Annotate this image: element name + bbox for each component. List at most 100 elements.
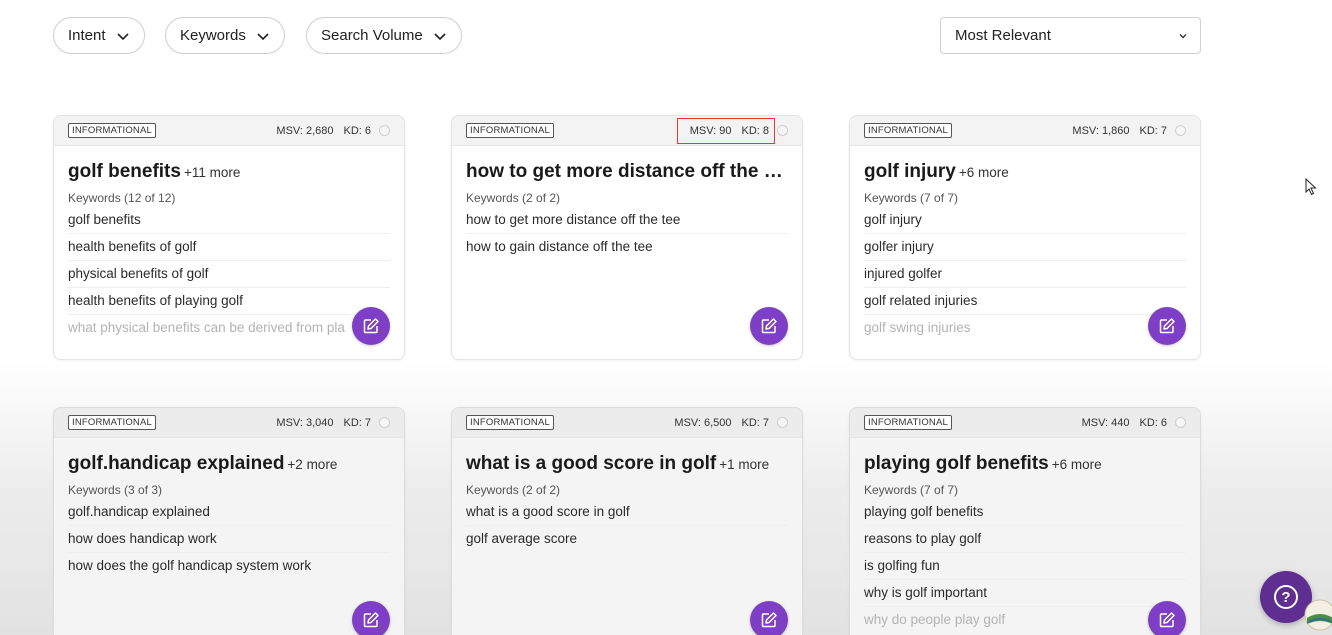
keyword-item: how to get more distance off the tee xyxy=(466,207,788,234)
select-radio[interactable] xyxy=(379,125,390,136)
card-title-text: what is a good score in golf xyxy=(466,453,717,474)
kd-value: KD: 6 xyxy=(343,124,371,137)
keyword-item: golf average score xyxy=(466,531,578,546)
keyword-item: how to gain distance off the tee xyxy=(466,239,653,254)
keyword-item: why is golf important xyxy=(864,580,1186,607)
topic-card[interactable]: INFORMATIONAL MSV: 440 KD: 6 playing gol… xyxy=(849,407,1201,635)
select-radio[interactable] xyxy=(777,125,788,136)
keywords-label: Keywords (7 of 7) xyxy=(864,483,959,497)
keyword-item: golf injury xyxy=(864,207,1186,234)
keywords-label: Keywords (2 of 2) xyxy=(466,191,561,205)
select-radio[interactable] xyxy=(1175,125,1186,136)
card-title[interactable]: golf injury +6 more xyxy=(864,160,1186,185)
keyword-item: physical benefits of golf xyxy=(68,261,390,288)
filter-intent[interactable]: Intent xyxy=(53,17,145,54)
card-title-text: golf.handicap explained xyxy=(68,453,285,474)
edit-icon xyxy=(363,318,379,334)
card-header: INFORMATIONAL MSV: 2,680 KD: 6 xyxy=(54,116,404,146)
chevron-down-icon xyxy=(116,32,129,40)
edit-button[interactable] xyxy=(750,601,788,635)
keyword-item: reasons to play golf xyxy=(864,526,1186,553)
intent-badge: INFORMATIONAL xyxy=(68,123,157,138)
kd-value: KD: 6 xyxy=(1139,416,1167,429)
select-radio[interactable] xyxy=(777,417,788,428)
filter-keywords-label: Keywords xyxy=(180,27,246,44)
corner-logo-icon xyxy=(1304,599,1332,631)
edit-button[interactable] xyxy=(750,307,788,345)
keyword-item: golf.handicap explained xyxy=(68,499,390,526)
keyword-item: health benefits of golf xyxy=(68,234,390,261)
keyword-item: golf related injuries xyxy=(864,288,1186,315)
intent-badge: INFORMATIONAL xyxy=(466,415,555,430)
card-title-text: playing golf benefits xyxy=(864,453,1049,474)
msv-value: MSV: 2,680 xyxy=(276,124,334,137)
edit-icon xyxy=(761,318,777,334)
card-metrics: MSV: 3,040 KD: 7 xyxy=(276,417,390,429)
edit-icon xyxy=(1159,612,1175,628)
card-title[interactable]: golf benefits +11 more xyxy=(68,160,390,185)
keywords-label: Keywords (12 of 12) xyxy=(68,191,176,205)
topic-card[interactable]: INFORMATIONAL MSV: 1,860 KD: 7 golf inju… xyxy=(849,115,1201,360)
filter-search-volume[interactable]: Search Volume xyxy=(306,17,462,54)
edit-button[interactable] xyxy=(1148,307,1186,345)
keywords-label: Keywords (7 of 7) xyxy=(864,191,959,205)
edit-icon xyxy=(1159,318,1175,334)
card-header: INFORMATIONAL MSV: 440 KD: 6 xyxy=(850,408,1200,438)
sort-select-value: Most Relevant xyxy=(955,27,1051,44)
keyword-list: how to get more distance off the tee how… xyxy=(466,207,788,261)
more-count: +6 more xyxy=(958,165,1009,180)
chevron-down-icon xyxy=(1179,33,1187,38)
edit-button[interactable] xyxy=(1148,601,1186,635)
chevron-down-icon xyxy=(257,32,269,40)
card-metrics: MSV: 440 KD: 6 xyxy=(1082,417,1186,429)
keyword-item: how does the golf handicap system work xyxy=(68,558,312,573)
filter-search-volume-label: Search Volume xyxy=(321,27,423,44)
intent-badge: INFORMATIONAL xyxy=(864,123,953,138)
sort-select[interactable]: Most Relevant xyxy=(940,17,1201,54)
msv-value: MSV: 1,860 xyxy=(1072,124,1130,137)
card-title-text: golf injury xyxy=(864,161,956,182)
edit-icon xyxy=(761,612,777,628)
kd-value: KD: 7 xyxy=(1139,124,1167,137)
topic-card[interactable]: INFORMATIONAL MSV: 90 KD: 8 how to get m… xyxy=(451,115,803,360)
keyword-list: what is a good score in golf golf averag… xyxy=(466,499,788,553)
card-title[interactable]: golf.handicap explained +2 more xyxy=(68,452,390,477)
keyword-item: golf benefits xyxy=(68,207,390,234)
card-title[interactable]: what is a good score in golf +1 more xyxy=(466,452,788,477)
keyword-item: is golfing fun xyxy=(864,553,1186,580)
keyword-list: golf injury golfer injury injured golfer… xyxy=(864,207,1186,342)
card-metrics: MSV: 90 KD: 8 xyxy=(690,125,788,137)
card-title[interactable]: how to get more distance off the te... xyxy=(466,160,788,185)
edit-button[interactable] xyxy=(352,601,390,635)
cursor-icon xyxy=(1305,178,1317,196)
kd-value: KD: 8 xyxy=(741,124,769,137)
keyword-item: playing golf benefits xyxy=(864,499,1186,526)
msv-value: MSV: 90 xyxy=(689,124,732,137)
keyword-item: golfer injury xyxy=(864,234,1186,261)
card-header: INFORMATIONAL MSV: 90 KD: 8 xyxy=(452,116,802,146)
keyword-item: what physical benefits can be derived fr… xyxy=(68,320,345,335)
keywords-label: Keywords (3 of 3) xyxy=(68,483,163,497)
select-radio[interactable] xyxy=(1175,417,1186,428)
filter-keywords[interactable]: Keywords xyxy=(165,17,285,54)
card-title[interactable]: playing golf benefits +6 more xyxy=(864,452,1186,477)
topic-card[interactable]: INFORMATIONAL MSV: 2,680 KD: 6 golf bene… xyxy=(53,115,405,360)
more-count: +6 more xyxy=(1051,457,1102,472)
intent-badge: INFORMATIONAL xyxy=(466,123,555,138)
topic-card[interactable]: INFORMATIONAL MSV: 3,040 KD: 7 golf.hand… xyxy=(53,407,405,635)
keyword-item: golf swing injuries xyxy=(864,320,971,335)
msv-value: MSV: 6,500 xyxy=(674,416,732,429)
keyword-list: golf.handicap explained how does handica… xyxy=(68,499,390,580)
more-count: +1 more xyxy=(719,457,770,472)
card-header: INFORMATIONAL MSV: 1,860 KD: 7 xyxy=(850,116,1200,146)
keyword-item: health benefits of playing golf xyxy=(68,288,390,315)
more-count: +2 more xyxy=(287,457,338,472)
keyword-item: what is a good score in golf xyxy=(466,499,788,526)
intent-badge: INFORMATIONAL xyxy=(864,415,953,430)
card-title-text: how to get more distance off the te... xyxy=(466,161,788,182)
select-radio[interactable] xyxy=(379,417,390,428)
keyword-item: injured golfer xyxy=(864,261,1186,288)
msv-value: MSV: 440 xyxy=(1081,416,1130,429)
topic-card[interactable]: INFORMATIONAL MSV: 6,500 KD: 7 what is a… xyxy=(451,407,803,635)
edit-button[interactable] xyxy=(352,307,390,345)
